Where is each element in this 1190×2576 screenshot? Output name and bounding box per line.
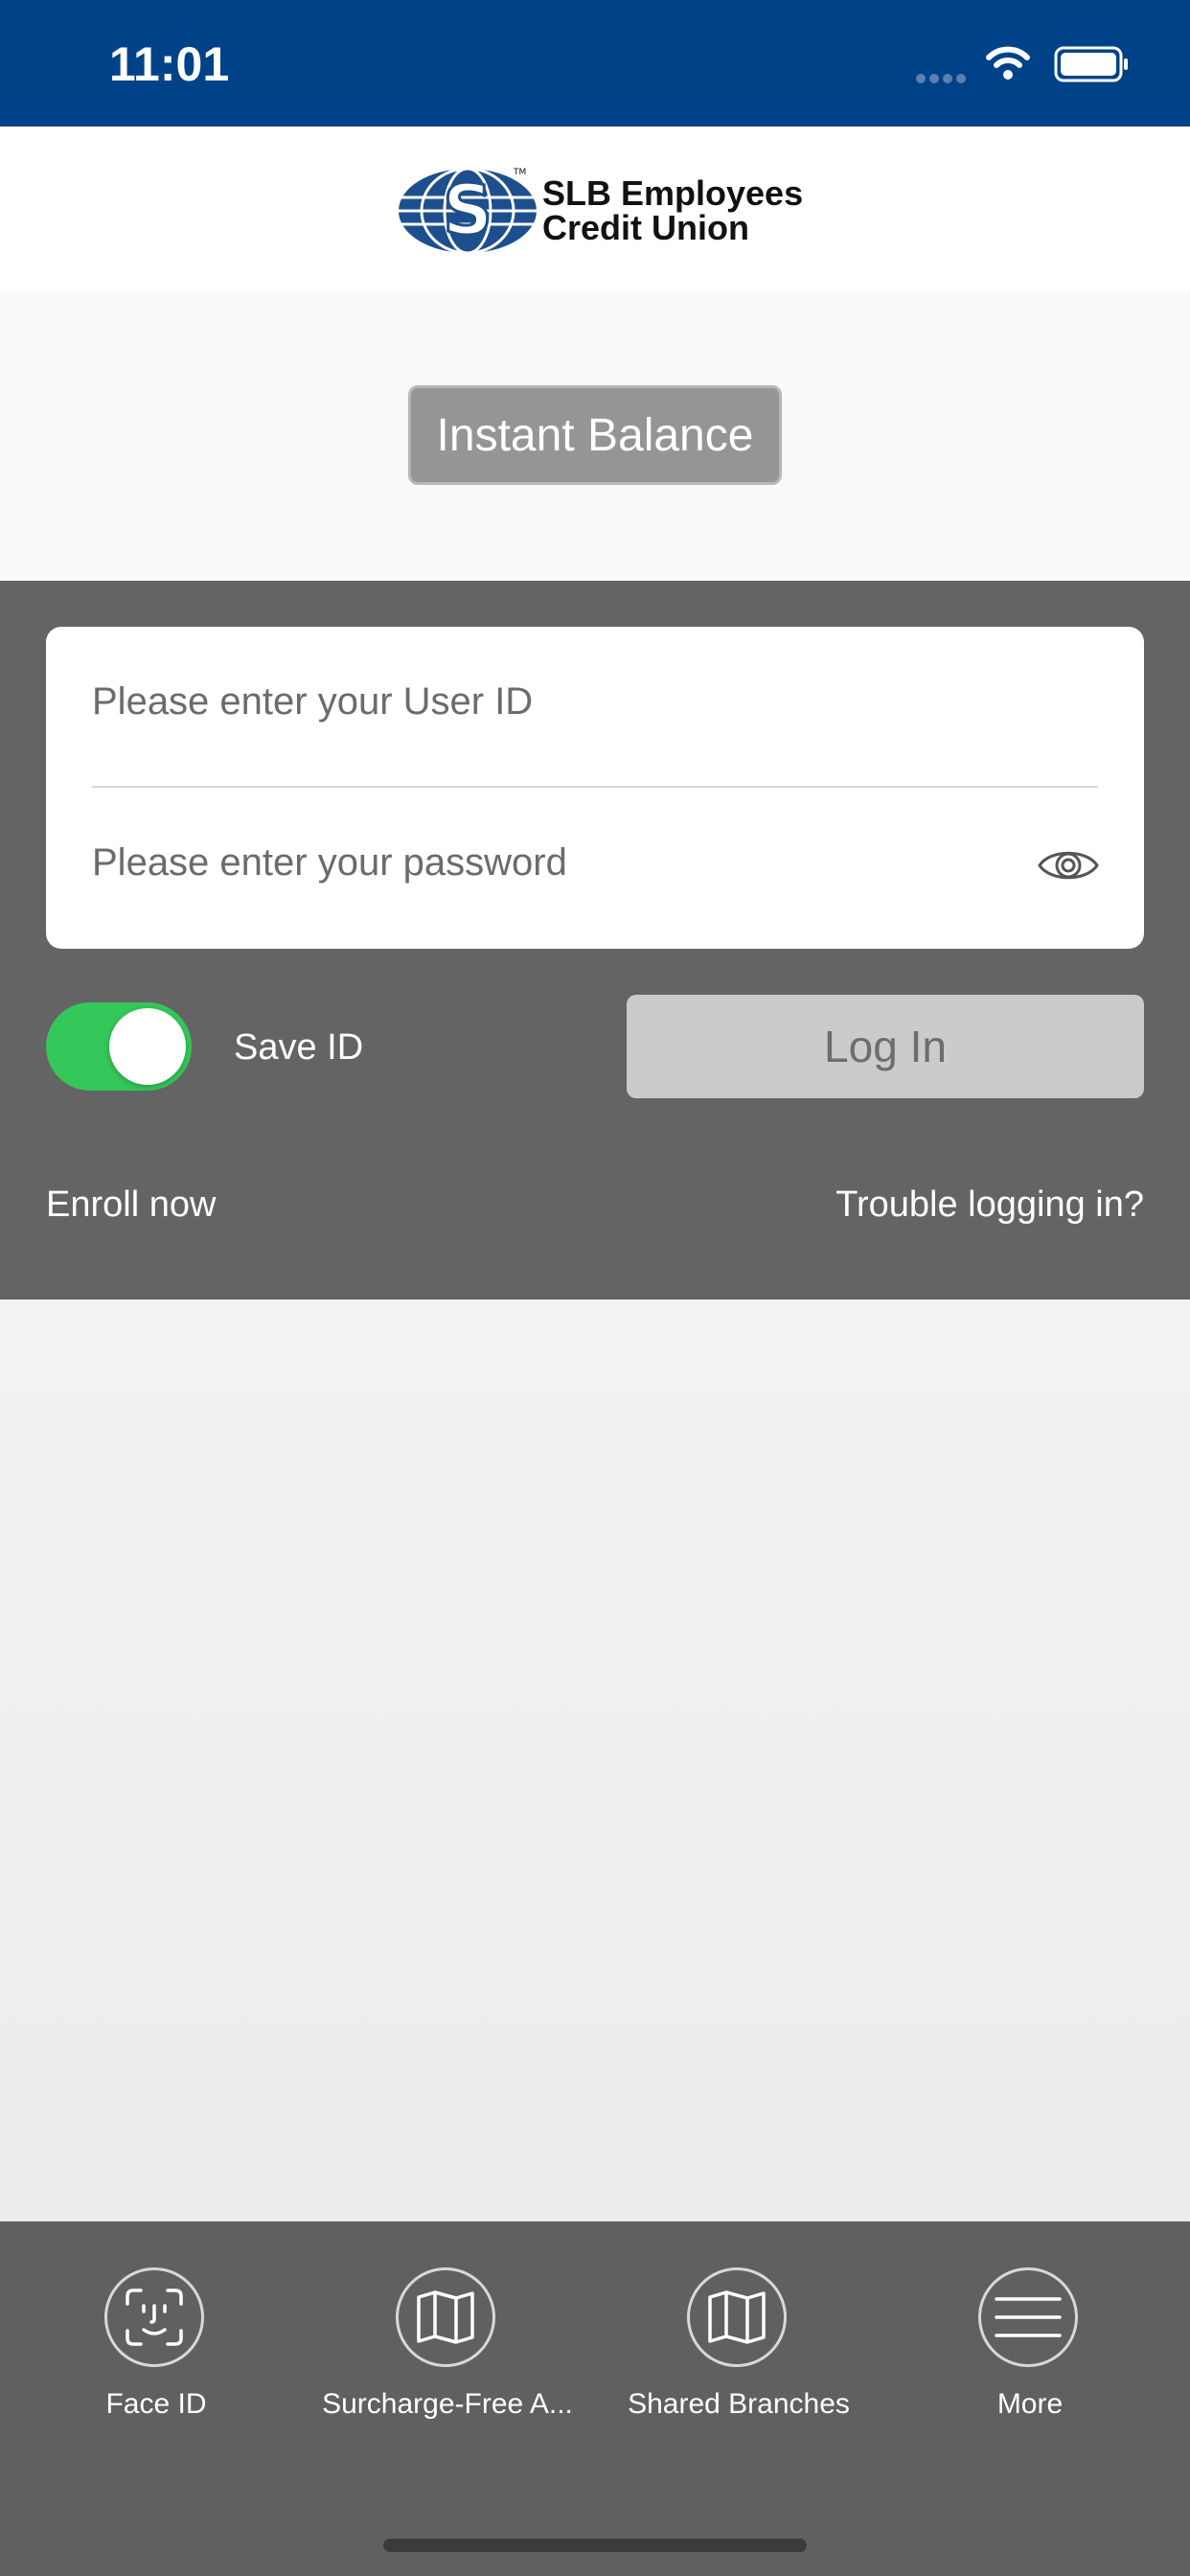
- trouble-logging-in-link[interactable]: Trouble logging in?: [835, 1184, 1144, 1226]
- tab-surcharge-free-atms[interactable]: Surcharge-Free A...: [302, 2267, 593, 2430]
- header: S TM SLB Employees Credit Union: [0, 126, 1190, 291]
- save-id-label: Save ID: [234, 1027, 364, 1068]
- user-id-input[interactable]: Please enter your User ID: [92, 680, 1098, 724]
- logo-line-2: Credit Union: [542, 208, 749, 247]
- menu-icon: [978, 2267, 1078, 2367]
- login-button[interactable]: Log In: [627, 995, 1144, 1098]
- field-divider: [92, 786, 1098, 788]
- globe-dollar-icon: S TM: [399, 167, 537, 255]
- tab-label: Face ID: [105, 2388, 207, 2420]
- status-bar: 11:01: [0, 0, 1190, 126]
- credit-union-logo: S TM SLB Employees Credit Union: [397, 165, 803, 257]
- battery-icon: [1054, 46, 1128, 82]
- face-id-icon: [104, 2267, 204, 2367]
- tab-label: More: [996, 2388, 1064, 2420]
- tab-label: Surcharge-Free A...: [322, 2388, 573, 2420]
- eye-icon[interactable]: [1037, 843, 1100, 887]
- tab-face-id[interactable]: Face ID: [11, 2267, 302, 2430]
- tab-label: Shared Branches: [628, 2388, 850, 2420]
- map-icon: [687, 2267, 787, 2367]
- svg-text:S: S: [443, 170, 492, 250]
- logo-text: SLB Employees Credit Union: [542, 176, 803, 245]
- enroll-link[interactable]: Enroll now: [46, 1184, 216, 1226]
- map-icon: [396, 2267, 495, 2367]
- instant-balance-button[interactable]: Instant Balance: [408, 385, 782, 485]
- tab-more[interactable]: More: [884, 2267, 1176, 2430]
- svg-text:TM: TM: [513, 168, 526, 177]
- login-panel: Please enter your User ID Please enter y…: [0, 581, 1190, 1300]
- status-time: 11:01: [109, 37, 230, 91]
- tab-shared-branches[interactable]: Shared Branches: [593, 2267, 884, 2430]
- content-area: [0, 1300, 1190, 2221]
- logo-line-1: SLB Employees: [542, 173, 804, 213]
- login-card: Please enter your User ID Please enter y…: [46, 627, 1144, 949]
- wifi-icon: [986, 46, 1030, 80]
- password-input[interactable]: Please enter your password: [92, 841, 1098, 885]
- save-id-toggle[interactable]: [46, 1002, 192, 1091]
- toggle-knob: [109, 1008, 186, 1085]
- tab-bar: Face ID Surcharge-Free A... Shared Branc…: [0, 2221, 1190, 2576]
- cellular-signal-icon: [916, 71, 970, 88]
- instant-balance-area: Instant Balance: [0, 291, 1190, 581]
- home-indicator: [383, 2539, 807, 2552]
